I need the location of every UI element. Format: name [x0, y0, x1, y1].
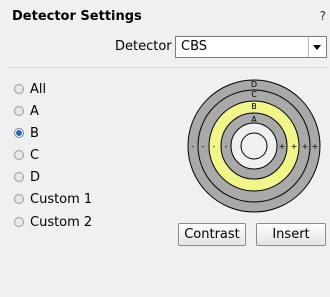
radio-custom-2[interactable]: Custom 2	[14, 213, 92, 231]
radio-d[interactable]: D	[14, 168, 40, 186]
detector-select[interactable]: CBS	[175, 36, 327, 58]
radio-custom-1[interactable]: Custom 1	[14, 190, 92, 208]
help-icon[interactable]: ?	[320, 9, 326, 23]
radio-all[interactable]: All	[14, 80, 46, 98]
radio-button-icon[interactable]	[14, 106, 24, 116]
radio-button-icon[interactable]	[14, 172, 24, 182]
minus-sign: -	[192, 142, 195, 151]
radio-b[interactable]: B	[14, 124, 39, 142]
radio-label: All	[30, 81, 47, 97]
radio-button-icon[interactable]	[14, 150, 24, 160]
center-hole	[240, 132, 268, 160]
window-title: Detector Settings	[12, 9, 142, 24]
radio-label: D	[30, 169, 41, 185]
minus-sign: -	[202, 142, 205, 151]
radio-label: C	[30, 147, 40, 163]
chevron-down-icon[interactable]	[308, 37, 326, 57]
title-bar: Detector Settings ?	[0, 0, 330, 34]
radio-label: Custom 2	[30, 214, 93, 230]
contrast-button[interactable]: Contrast	[178, 223, 246, 246]
radio-label: B	[30, 125, 39, 141]
plus-sign: +	[312, 142, 319, 151]
radio-button-icon[interactable]	[14, 84, 24, 94]
plus-sign: +	[302, 142, 309, 151]
divider	[8, 67, 328, 68]
detector-label: Detector	[115, 39, 172, 54]
radio-label: A	[30, 103, 39, 119]
radio-button-icon[interactable]	[14, 217, 24, 227]
ring-label-c: C	[251, 90, 257, 99]
insert-button[interactable]: Insert	[256, 223, 326, 246]
minus-sign: -	[213, 142, 216, 151]
radio-a[interactable]: A	[14, 102, 39, 120]
plus-sign: +	[279, 142, 286, 151]
radio-button-selected-icon[interactable]	[14, 128, 24, 138]
ring-label-d: D	[251, 80, 257, 89]
minus-sign: -	[225, 142, 228, 151]
ring-label-b: B	[251, 102, 257, 111]
detector-segments-diagram[interactable]: D C B A - - - - + + + +	[186, 78, 322, 214]
detector-select-value: CBS	[181, 39, 208, 54]
radio-button-icon[interactable]	[14, 194, 24, 204]
ring-label-a: A	[251, 115, 257, 124]
radio-label: Custom 1	[30, 191, 93, 207]
radio-c[interactable]: C	[14, 146, 39, 164]
plus-sign: +	[291, 142, 298, 151]
